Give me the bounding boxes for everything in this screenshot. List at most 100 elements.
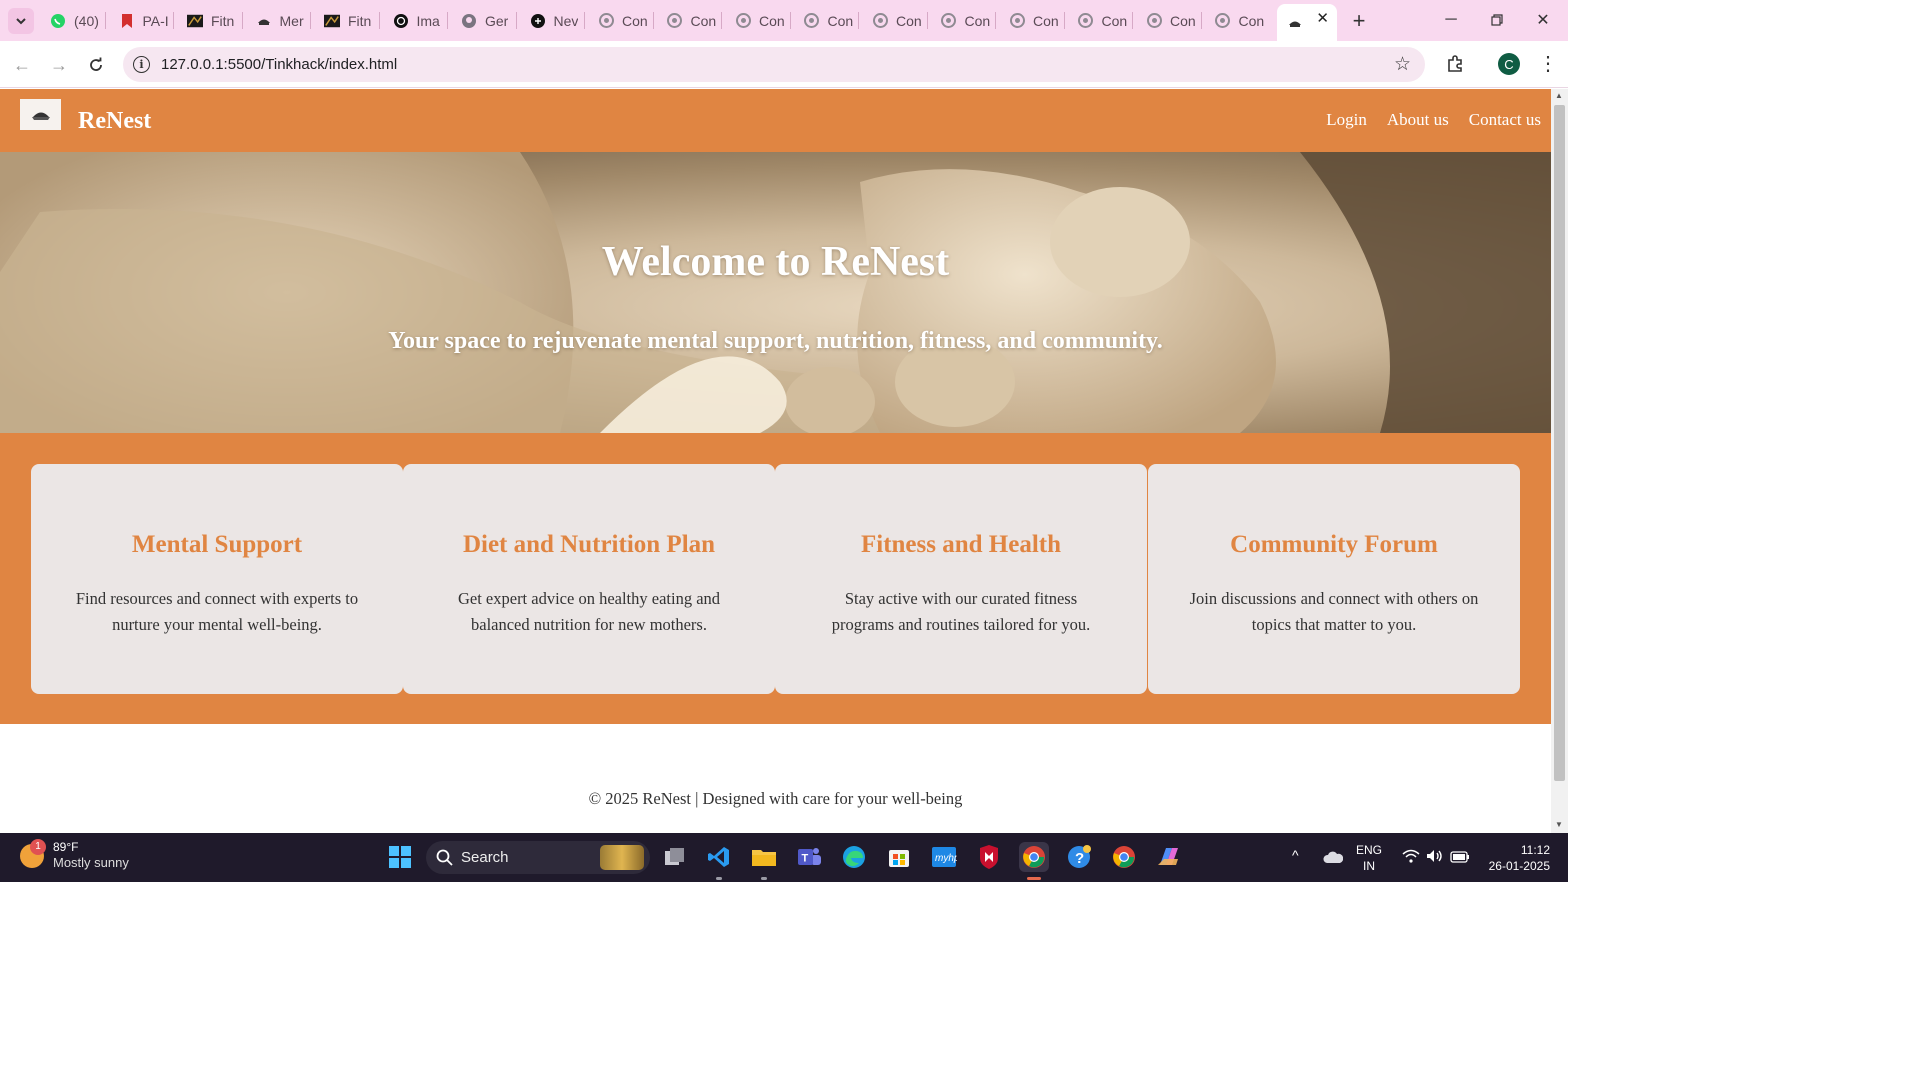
browser-tab[interactable]: (40) <box>40 6 102 35</box>
windows-taskbar: 1 89°F Mostly sunny Search T myhp <box>0 833 1568 882</box>
tab-separator <box>378 12 380 29</box>
browser-tab-strip: (40) PA-I Fitn Mer Fitn Ima Ger Nev Con Con Con Con… <box>0 0 1568 41</box>
feature-card-diet-nutrition[interactable]: Diet and Nutrition Plan Get expert advic… <box>403 464 775 694</box>
tab-title: Nev <box>553 12 579 29</box>
chrome-icon[interactable] <box>1019 842 1049 872</box>
bookmark-star-icon[interactable]: ☆ <box>1394 53 1411 76</box>
tab-search-button[interactable] <box>8 8 34 34</box>
myhp-icon[interactable]: myhp <box>929 842 959 872</box>
feature-card-fitness-health[interactable]: Fitness and Health Stay active with our … <box>775 464 1147 694</box>
wifi-icon[interactable] <box>1402 849 1420 868</box>
browser-tab[interactable]: Ima <box>383 6 445 35</box>
browser-tab[interactable]: Con <box>1068 6 1130 35</box>
notification-badge: 1 <box>30 838 46 855</box>
nav-contact-link[interactable]: Contact us <box>1469 110 1541 130</box>
back-button[interactable]: ← <box>8 51 36 79</box>
feature-card-text: Find resources and connect with experts … <box>75 589 359 634</box>
fitness-icon <box>324 13 340 29</box>
windows-start-icon[interactable] <box>385 842 415 872</box>
tab-separator <box>1132 12 1133 29</box>
tab-separator <box>104 12 106 29</box>
search-icon <box>436 849 453 866</box>
browser-tab[interactable]: Nev <box>520 6 582 35</box>
browser-tab[interactable]: Ger <box>451 6 513 35</box>
scroll-down-icon[interactable]: ▼ <box>1555 820 1563 829</box>
browser-tab[interactable]: Con <box>999 6 1061 35</box>
teams-icon[interactable]: T <box>794 842 824 872</box>
nav-login-link[interactable]: Login <box>1326 110 1367 130</box>
show-hidden-icons-chevron[interactable]: ^ <box>1292 847 1299 863</box>
close-window-button[interactable]: ✕ <box>1520 0 1566 40</box>
menu-kebab-icon[interactable]: ⋮ <box>1538 51 1558 76</box>
close-tab-icon[interactable]: ✕ <box>1316 9 1329 27</box>
browser-tab[interactable]: Con <box>725 6 787 35</box>
feature-card-text: Get expert advice on healthy eating and … <box>457 589 721 634</box>
globe-icon <box>804 13 820 29</box>
vscode-icon[interactable] <box>704 842 734 872</box>
browser-tab[interactable]: Con <box>657 6 719 35</box>
browser-tab[interactable]: Con <box>931 6 993 35</box>
nav-about-link[interactable]: About us <box>1387 110 1449 130</box>
battery-icon[interactable] <box>1450 850 1470 868</box>
globe-icon <box>941 13 957 29</box>
weather-widget[interactable]: 1 89°F Mostly sunny <box>20 838 129 871</box>
edge-icon[interactable] <box>839 842 869 872</box>
task-view-icon[interactable] <box>660 842 690 872</box>
scroll-up-icon[interactable]: ▲ <box>1555 91 1563 100</box>
feature-card-community-forum[interactable]: Community Forum Join discussions and con… <box>1148 464 1520 694</box>
browser-tab[interactable]: PA-I <box>109 6 171 35</box>
copilot-icon[interactable] <box>1154 842 1184 872</box>
extensions-button[interactable] <box>1442 51 1468 77</box>
restore-icon <box>1491 14 1503 26</box>
address-bar[interactable]: i 127.0.0.1:5500/Tinkhack/index.html ☆ <box>123 47 1425 82</box>
onedrive-cloud-icon[interactable] <box>1323 850 1344 868</box>
clock[interactable]: 11:12 26-01-2025 <box>1484 842 1550 874</box>
minimize-icon: ─ <box>1445 11 1457 28</box>
browser-toolbar: ← → i 127.0.0.1:5500/Tinkhack/index.html… <box>0 41 1568 88</box>
renest-icon <box>1287 15 1303 31</box>
url-text[interactable]: 127.0.0.1:5500/Tinkhack/index.html <box>161 56 397 73</box>
active-app-indicator <box>1027 877 1041 880</box>
features-section: Mental Support Find resources and connec… <box>0 433 1551 724</box>
plus-icon: + <box>1352 8 1366 33</box>
mcafee-icon[interactable] <box>974 842 1004 872</box>
file-explorer-icon[interactable] <box>749 842 779 872</box>
pa-icon <box>119 13 135 29</box>
browser-tab[interactable]: Con <box>1136 6 1198 35</box>
tab-active[interactable]: ✕ <box>1277 4 1337 41</box>
browser-tab[interactable]: Mer <box>246 6 308 35</box>
new-tab-button[interactable]: + <box>1346 8 1372 34</box>
weather-condition: Mostly sunny <box>53 855 129 870</box>
scrollbar-thumb[interactable] <box>1554 105 1565 781</box>
browser-tab[interactable]: Con <box>794 6 856 35</box>
restore-button[interactable] <box>1474 0 1520 40</box>
chrome-alt-icon[interactable] <box>1109 842 1139 872</box>
browser-tab[interactable]: Fitn <box>314 6 376 35</box>
site-info-icon[interactable]: i <box>133 56 150 73</box>
feature-card-mental-support[interactable]: Mental Support Find resources and connec… <box>31 464 403 694</box>
brand-name[interactable]: ReNest <box>78 108 151 135</box>
browser-tab[interactable]: Con <box>862 6 924 35</box>
search-label: Search <box>461 849 509 866</box>
profile-avatar[interactable]: C <box>1498 53 1520 75</box>
github-icon <box>461 13 477 29</box>
chevron-down-icon <box>16 18 26 25</box>
minimize-button[interactable]: ─ <box>1428 0 1474 40</box>
reload-button[interactable] <box>82 51 110 79</box>
site-logo[interactable] <box>20 99 61 130</box>
help-icon[interactable]: ? <box>1064 842 1094 872</box>
language-indicator[interactable]: ENG IN <box>1356 842 1382 874</box>
store-icon[interactable] <box>884 842 914 872</box>
browser-tab[interactable]: Con <box>1205 6 1267 35</box>
forward-button[interactable]: → <box>45 51 73 79</box>
browser-tab[interactable]: Fitn <box>177 6 239 35</box>
browser-tab[interactable]: Con <box>588 6 650 35</box>
tab-title: Fitn <box>211 12 235 29</box>
globe-icon <box>667 13 683 29</box>
running-indicator <box>761 877 767 880</box>
globe-icon <box>735 13 751 29</box>
taskbar-search[interactable]: Search <box>426 841 650 874</box>
page-scrollbar[interactable]: ▲ ▼ <box>1551 89 1568 833</box>
tab-separator <box>515 12 517 29</box>
volume-icon[interactable] <box>1426 849 1444 868</box>
